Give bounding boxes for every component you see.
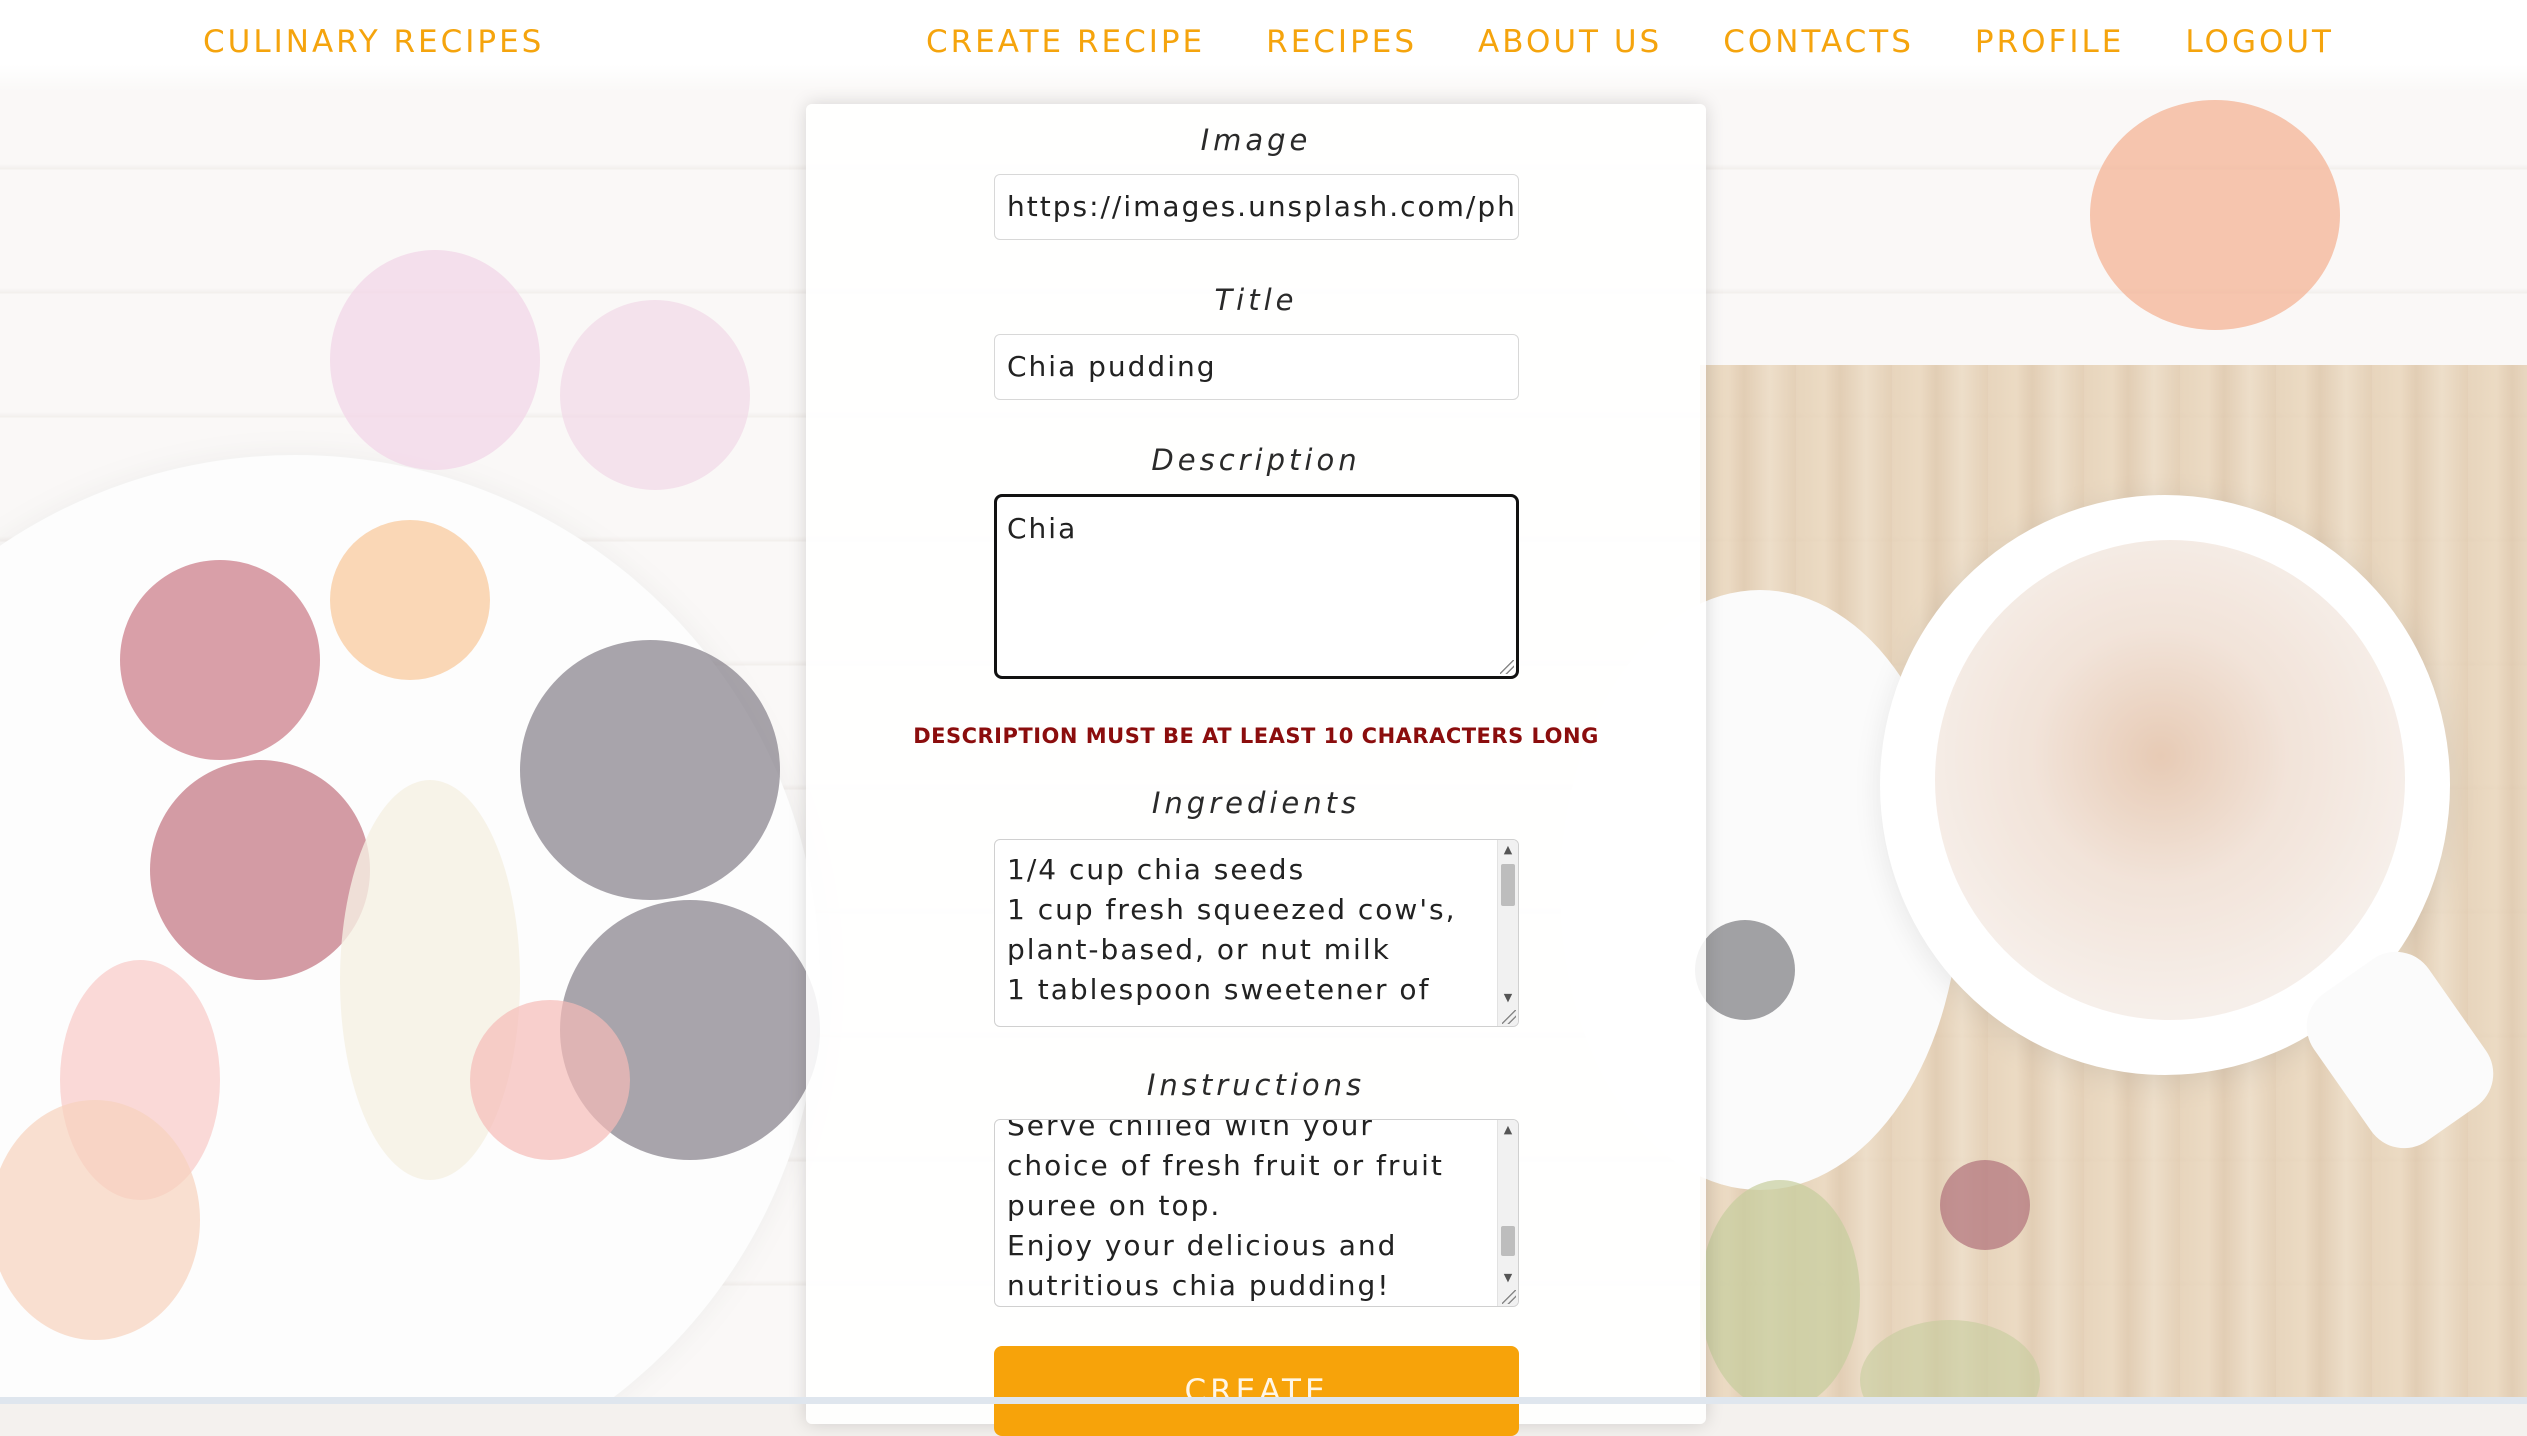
ingredients-label: Ingredients: [1151, 786, 1361, 820]
description-error-message: DESCRIPTION MUST BE AT LEAST 10 CHARACTE…: [913, 724, 1599, 748]
title-label: Title: [1214, 283, 1298, 317]
ingredients-textarea[interactable]: 1/4 cup chia seeds 1 cup fresh squeezed …: [994, 839, 1519, 1027]
image-label: Image: [1200, 123, 1312, 157]
instructions-text: Serve chilled with your choice of fresh …: [1007, 1119, 1444, 1302]
title-input[interactable]: Chia pudding: [994, 334, 1519, 400]
resize-grip-icon[interactable]: [1502, 1290, 1516, 1304]
scroll-down-arrow-icon[interactable]: ▼: [1498, 988, 1518, 1008]
instructions-label: Instructions: [1146, 1068, 1366, 1102]
scroll-up-arrow-icon[interactable]: ▲: [1498, 840, 1518, 860]
instructions-textarea[interactable]: Serve chilled with your choice of fresh …: [994, 1119, 1519, 1307]
resize-grip-icon[interactable]: [1500, 660, 1514, 674]
viewport-bottom-edge: [0, 1397, 2527, 1404]
create-recipe-form: Image https://images.unsplash.com/ph Tit…: [806, 104, 1706, 1436]
main-nav: CREATE RECIPE RECIPES ABOUT US CONTACTS …: [926, 24, 2334, 60]
description-label: Description: [1151, 443, 1361, 477]
nav-logout[interactable]: LOGOUT: [2185, 24, 2334, 60]
image-url-input[interactable]: https://images.unsplash.com/ph: [994, 174, 1519, 240]
ingredients-text: 1/4 cup chia seeds 1 cup fresh squeezed …: [1007, 853, 1457, 1006]
nav-create-recipe[interactable]: CREATE RECIPE: [926, 24, 1205, 60]
nav-contacts[interactable]: CONTACTS: [1723, 24, 1914, 60]
scroll-up-arrow-icon[interactable]: ▲: [1498, 1120, 1518, 1140]
resize-grip-icon[interactable]: [1502, 1010, 1516, 1024]
description-text: Chia: [1007, 512, 1078, 545]
ingredients-scrollbar[interactable]: ▲ ▼: [1497, 840, 1518, 1026]
nav-recipes[interactable]: RECIPES: [1266, 24, 1417, 60]
scroll-thumb[interactable]: [1501, 1226, 1515, 1256]
scroll-down-arrow-icon[interactable]: ▼: [1498, 1268, 1518, 1288]
nav-profile[interactable]: PROFILE: [1975, 24, 2124, 60]
create-recipe-button[interactable]: CREATE: [994, 1346, 1519, 1436]
nav-about-us[interactable]: ABOUT US: [1478, 24, 1662, 60]
description-textarea[interactable]: Chia: [994, 494, 1519, 679]
top-navigation-bar: CULINARY RECIPES CREATE RECIPE RECIPES A…: [0, 0, 2527, 92]
brand-logo-link[interactable]: CULINARY RECIPES: [203, 24, 544, 60]
scroll-thumb[interactable]: [1501, 864, 1515, 906]
instructions-scrollbar[interactable]: ▲ ▼: [1497, 1120, 1518, 1306]
